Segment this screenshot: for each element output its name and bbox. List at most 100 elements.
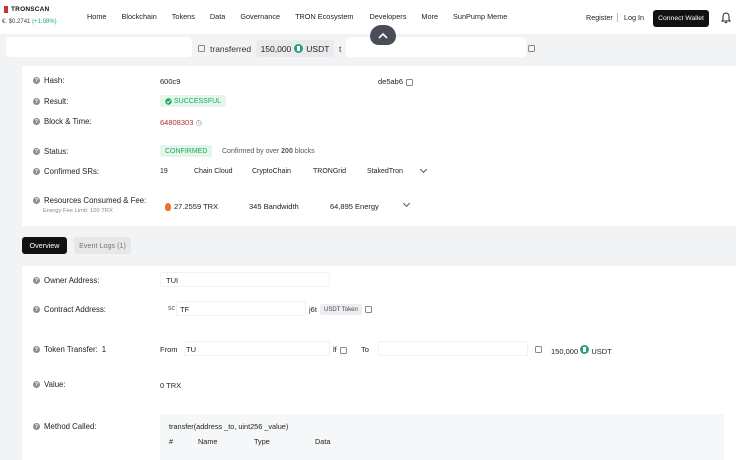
chevron-up-icon — [378, 32, 388, 39]
from-address-field — [184, 341, 330, 356]
block-number-link[interactable]: 64808303 ◷ — [160, 118, 202, 127]
status-label: ? Status: — [33, 147, 69, 156]
status-badge: CONFIRMED — [160, 145, 213, 157]
trx-price: €. $0.2741 (+1.08%) — [2, 19, 57, 25]
hash-value-end: de5ab6 — [378, 77, 414, 86]
result-label: ? Result: — [33, 97, 69, 106]
help-icon[interactable]: ? — [33, 197, 40, 204]
help-icon[interactable]: ? — [33, 98, 40, 105]
tronscan-logo[interactable]: TRONSCAN — [4, 6, 49, 13]
sr-trongrid[interactable]: TRONGrid — [313, 168, 346, 175]
help-icon[interactable]: ? — [33, 168, 40, 175]
srs-count: 19 — [160, 168, 168, 175]
nav-home[interactable]: Home — [87, 12, 106, 21]
nav-governance[interactable]: Governance — [240, 12, 280, 21]
from-address-link[interactable]: TU — [186, 345, 196, 354]
nav-tron-ecosystem[interactable]: TRON Ecosystem — [295, 12, 353, 21]
contract-icon-label: sc — [168, 305, 175, 312]
to-label: To — [361, 345, 369, 354]
copy-icon[interactable] — [339, 346, 347, 354]
method-box — [160, 414, 724, 460]
copy-icon[interactable] — [365, 306, 372, 313]
tab-overview[interactable]: Overview — [22, 237, 67, 254]
summary-amount-value: 150,000 — [260, 43, 292, 54]
trx-burned: 27.2559 TRX — [165, 202, 218, 212]
bandwidth-used: 345 Bandwidth — [249, 202, 299, 211]
hash-label: ? Hash: — [33, 76, 65, 85]
help-icon[interactable]: ? — [33, 346, 40, 353]
nav-divider — [617, 13, 618, 22]
flame-icon — [165, 203, 171, 212]
help-icon[interactable]: ? — [33, 277, 40, 284]
scroll-up-button[interactable] — [370, 25, 396, 45]
copy-icon[interactable] — [198, 45, 205, 52]
tab-event-logs[interactable]: Event Logs (1) — [74, 237, 131, 254]
sr-stakedtron[interactable]: StakedTron — [367, 168, 403, 175]
help-icon[interactable]: ? — [33, 306, 40, 313]
help-icon[interactable]: ? — [33, 118, 40, 125]
price-value: $0.2741 — [8, 19, 31, 25]
transfer-count: 1 — [101, 345, 107, 354]
method-called-label: ? Method Called: — [33, 422, 97, 431]
resources-label: ? Resources Consumed & Fee: — [33, 196, 147, 205]
nav-sunpump-meme[interactable]: SunPump Meme — [453, 12, 507, 21]
usdt-icon — [580, 345, 590, 354]
top-navbar: TRONSCAN €. $0.2741 (+1.08%) Home Blockc… — [0, 0, 736, 34]
transfer-token-link[interactable]: USDT — [591, 347, 611, 356]
transfer-amount: 150,000 USDT — [551, 345, 612, 356]
copy-icon[interactable] — [535, 346, 542, 353]
bell-icon[interactable] — [721, 12, 731, 24]
nav-data[interactable]: Data — [210, 12, 225, 21]
owner-address-field — [160, 272, 330, 287]
help-icon[interactable]: ? — [33, 77, 40, 84]
contract-address-end: j6t — [309, 305, 317, 314]
summary-token: USDT — [306, 43, 330, 54]
logo-text: TRONSCAN — [11, 6, 50, 13]
sr-chain-cloud[interactable]: Chain Cloud — [194, 168, 233, 175]
main-nav: Home Blockchain Tokens Data Governance T… — [87, 12, 522, 21]
contract-address-label: ? Contract Address: — [33, 305, 106, 314]
clock-icon: ◷ — [195, 118, 203, 127]
summary-amount: 150,000 USDT — [256, 40, 334, 57]
energy-used: 64,895 Energy — [330, 202, 379, 211]
from-address-end: lf — [333, 345, 347, 354]
token-transfer-label: ? Token Transfer: 1 — [33, 345, 107, 354]
check-circle-icon — [165, 97, 172, 105]
contract-address-field — [176, 301, 306, 316]
contract-address-link[interactable]: TF — [180, 305, 189, 314]
result-badge: SUCCESSFUL — [160, 95, 227, 107]
column-header-data: Data — [315, 437, 331, 446]
block-time-label: ? Block & Time: — [33, 117, 92, 126]
redacted-sender — [6, 37, 192, 57]
trx-coin-icon: €. — [2, 19, 8, 25]
method-signature: transfer(address _to, uint256 _value) — [169, 422, 289, 431]
column-header-name: Name — [198, 437, 218, 446]
confirmed-srs-label: ? Confirmed SRs: — [33, 167, 100, 176]
column-header-index: # — [169, 437, 174, 446]
contract-token-tag: USDT Token — [320, 304, 362, 315]
to-address-field[interactable] — [378, 341, 528, 356]
summary-recipient[interactable]: t — [339, 44, 341, 54]
nav-tokens[interactable]: Tokens — [172, 12, 195, 21]
owner-address-link[interactable]: TUI — [166, 276, 178, 285]
nav-more[interactable]: More — [421, 12, 438, 21]
trx-value: 0 TRX — [160, 381, 182, 390]
login-link[interactable]: Log In — [624, 13, 644, 22]
owner-address-label: ? Owner Address: — [33, 276, 100, 285]
help-icon[interactable]: ? — [33, 381, 40, 388]
help-icon[interactable]: ? — [33, 423, 40, 430]
summary-verb: transferred — [210, 44, 252, 54]
nav-developers[interactable]: Developers — [369, 12, 406, 21]
from-label: From — [160, 345, 178, 354]
copy-icon[interactable] — [528, 45, 535, 52]
connect-wallet-button[interactable]: Connect Wallet — [653, 10, 709, 27]
column-header-type: Type — [254, 437, 270, 446]
usdt-icon — [294, 44, 304, 53]
help-icon[interactable]: ? — [33, 148, 40, 155]
nav-blockchain[interactable]: Blockchain — [121, 12, 156, 21]
copy-icon[interactable] — [406, 78, 414, 86]
value-label: ? Value: — [33, 380, 66, 389]
energy-fee-limit: Energy Fee Limit: 100 TRX — [43, 208, 113, 214]
register-link[interactable]: Register — [586, 13, 613, 22]
sr-cryptochain[interactable]: CryptoChain — [252, 168, 291, 175]
